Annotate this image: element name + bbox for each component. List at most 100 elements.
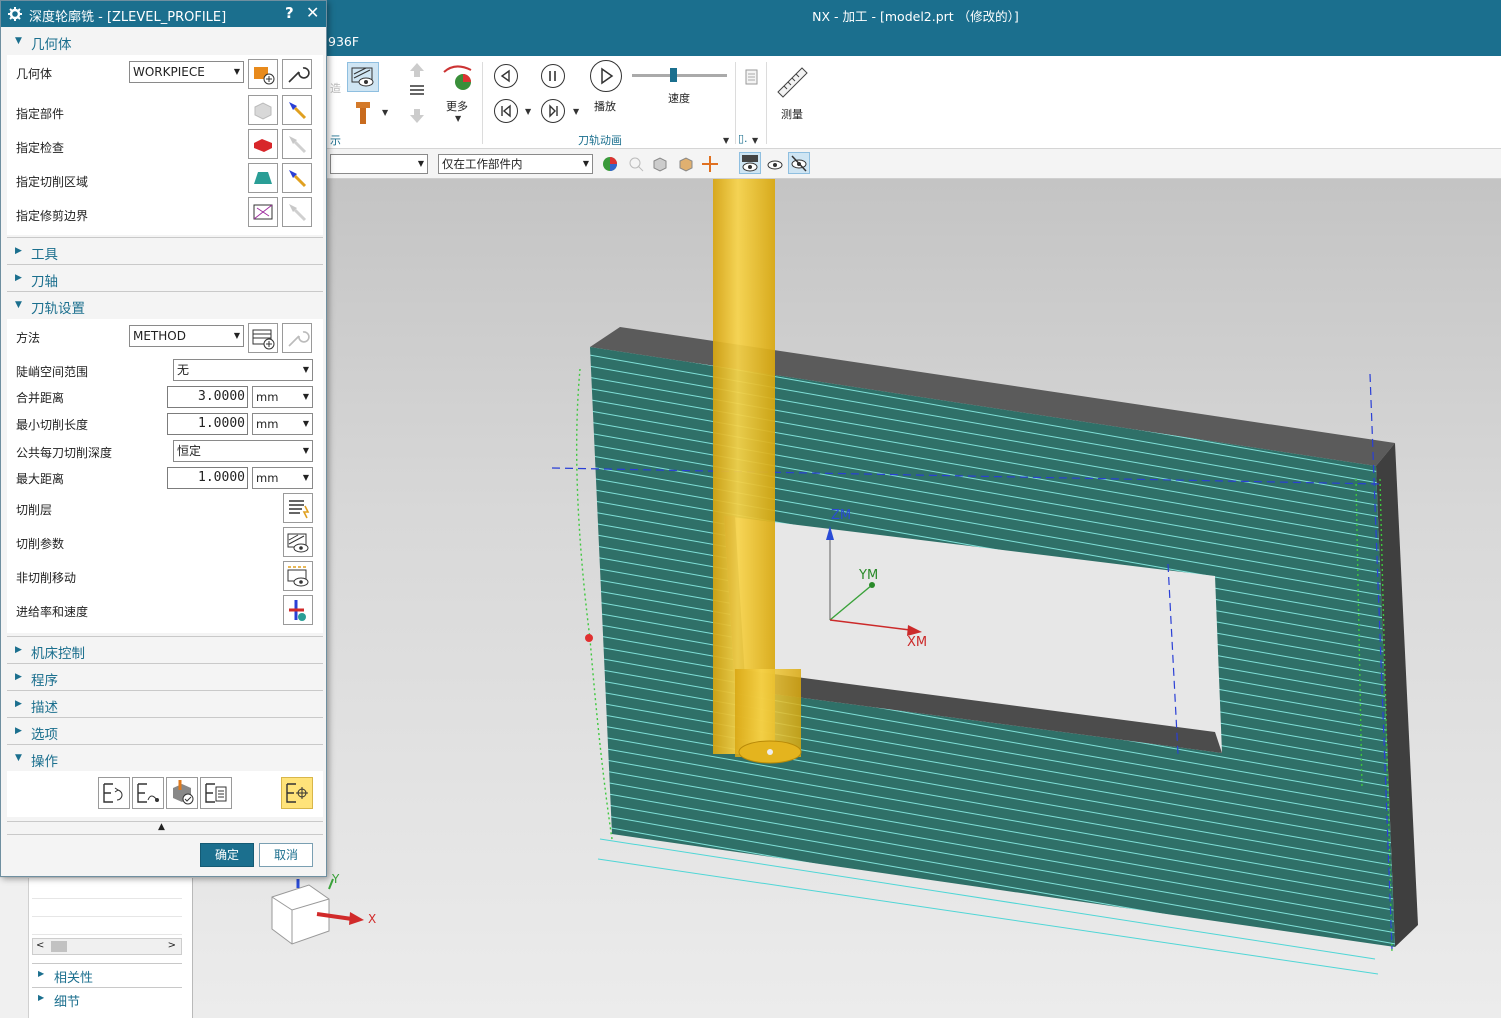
feeds-speeds-button[interactable]	[283, 595, 313, 625]
min-cut-length-input[interactable]: 1.0000	[167, 413, 248, 435]
chevron-down-icon[interactable]: ▼	[525, 107, 531, 116]
ribbon-tab-fragment[interactable]: 936F	[328, 34, 359, 49]
speed-slider[interactable]	[632, 68, 727, 82]
section-details[interactable]: ▶ 细节	[32, 987, 182, 1010]
select-cut-area-button[interactable]	[248, 163, 278, 193]
select-trim-button[interactable]	[248, 197, 278, 227]
scroll-left-icon[interactable]: <	[36, 940, 44, 951]
edit-geometry-button[interactable]	[282, 59, 312, 89]
confirm-actions-button[interactable]	[281, 777, 313, 809]
document-icon[interactable]	[744, 68, 760, 89]
snap-icon[interactable]	[701, 155, 719, 176]
pause-button[interactable]	[541, 64, 565, 88]
filter-icon-4[interactable]	[677, 155, 695, 176]
layer-tools[interactable]	[405, 60, 429, 129]
section-machine-control[interactable]: ▶ 机床控制	[7, 640, 323, 662]
scroll-right-icon[interactable]: >	[168, 940, 176, 951]
tool-display-icon[interactable]	[352, 100, 374, 129]
display-part-button[interactable]	[282, 95, 312, 125]
chevron-right-icon: ▶	[15, 672, 22, 682]
select-part-button[interactable]	[248, 95, 278, 125]
mcs-eye-button[interactable]	[739, 152, 761, 174]
list-button[interactable]	[200, 777, 232, 809]
section-tool[interactable]: ▶ 工具	[7, 241, 323, 263]
rewind-button[interactable]	[494, 99, 518, 123]
replay-button[interactable]	[132, 777, 164, 809]
chevron-down-icon[interactable]: ▼	[723, 136, 729, 145]
dialog-title-bar[interactable]: 深度轮廓铣 - [ZLEVEL_PROFILE] ? ✕	[1, 1, 326, 27]
divider	[7, 821, 323, 822]
eye-hide-button[interactable]	[788, 152, 810, 174]
edit-method-button[interactable]	[282, 323, 312, 353]
merge-distance-input[interactable]: 3.0000	[167, 386, 248, 408]
max-distance-label: 最大距离	[16, 472, 65, 486]
measure-label[interactable]: 测量	[781, 106, 803, 122]
collapse-up-icon[interactable]: ▲	[158, 822, 165, 832]
cut-parameters-button[interactable]	[283, 527, 313, 557]
scope-select[interactable]: 仅在工作部件内 ▼	[438, 154, 593, 174]
color-filter-icon[interactable]	[601, 155, 619, 176]
display-trim-button[interactable]	[282, 197, 312, 227]
fast-forward-button[interactable]	[541, 99, 565, 123]
horizontal-scrollbar[interactable]: < >	[32, 938, 182, 955]
chevron-down-icon[interactable]: ▼	[382, 108, 388, 117]
non-cutting-moves-button[interactable]	[283, 561, 313, 591]
chevron-down-icon[interactable]: ▼	[752, 136, 758, 145]
more-icon[interactable]	[441, 62, 475, 97]
chevron-down-icon[interactable]: ▼	[573, 107, 579, 116]
section-description[interactable]: ▶ 描述	[7, 694, 323, 716]
chevron-down-icon[interactable]: ▼	[455, 114, 461, 123]
close-button[interactable]: ✕	[306, 3, 319, 22]
list-item[interactable]	[32, 880, 182, 899]
steep-range-select[interactable]: 无 ▼	[173, 359, 313, 381]
min-cut-length-unit[interactable]: mm ▼	[252, 413, 313, 435]
section-details-label: 细节	[54, 995, 81, 1010]
geometry-select[interactable]: WORKPIECE ▼	[129, 61, 244, 83]
non-cutting-moves-icon	[287, 566, 309, 587]
replay-icon	[137, 783, 159, 803]
verify-button[interactable]	[166, 777, 198, 809]
depth-per-cut-select[interactable]: 恒定 ▼	[173, 440, 313, 462]
cut-levels-button[interactable]	[283, 493, 313, 523]
list-item[interactable]	[32, 916, 182, 935]
list-item[interactable]	[32, 898, 182, 917]
generate-button[interactable]	[98, 777, 130, 809]
cancel-button[interactable]: 取消	[259, 843, 313, 867]
generate-icon	[103, 783, 123, 803]
section-options[interactable]: ▶ 选项	[7, 721, 323, 743]
section-geometry[interactable]: ▼ 几何体	[7, 31, 323, 53]
display-check-button[interactable]	[282, 129, 312, 159]
group-label-short: ▯.	[738, 132, 748, 145]
new-geometry-button[interactable]	[248, 59, 278, 89]
new-method-button[interactable]	[248, 323, 278, 353]
more-label[interactable]: 更多	[446, 98, 468, 114]
measure-button[interactable]	[774, 64, 810, 103]
section-program[interactable]: ▶ 程序	[7, 667, 323, 689]
merge-distance-unit[interactable]: mm ▼	[252, 386, 313, 408]
filter-icon-3[interactable]	[651, 155, 669, 176]
max-distance-unit[interactable]: mm ▼	[252, 467, 313, 489]
method-select[interactable]: METHOD ▼	[129, 325, 244, 347]
section-actions[interactable]: ▼ 操作	[7, 748, 323, 770]
chevron-down-icon: ▼	[233, 331, 240, 340]
merge-distance-label: 合并距离	[16, 391, 65, 405]
section-path-settings[interactable]: ▼ 刀轨设置	[7, 295, 323, 317]
divider	[7, 291, 323, 292]
step-back-button[interactable]	[494, 64, 518, 88]
speed-slider-thumb[interactable]	[670, 68, 677, 82]
filter-icon-2[interactable]	[627, 155, 645, 176]
eye-icon[interactable]	[766, 154, 784, 175]
section-relevance[interactable]: ▶ 相关性	[32, 963, 182, 986]
help-button[interactable]: ?	[285, 4, 294, 22]
section-axis[interactable]: ▶ 刀轴	[7, 268, 323, 290]
eye-hide-icon	[791, 155, 807, 172]
filter-select-left[interactable]: ▼	[330, 154, 428, 174]
select-check-button[interactable]	[248, 129, 278, 159]
display-toolpath-button[interactable]	[347, 62, 379, 92]
play-label[interactable]: 播放	[594, 98, 616, 114]
max-distance-input[interactable]: 1.0000	[167, 467, 248, 489]
ok-button[interactable]: 确定	[200, 843, 254, 867]
scroll-thumb[interactable]	[51, 941, 67, 952]
display-cut-area-button[interactable]	[282, 163, 312, 193]
play-button[interactable]	[590, 60, 622, 92]
